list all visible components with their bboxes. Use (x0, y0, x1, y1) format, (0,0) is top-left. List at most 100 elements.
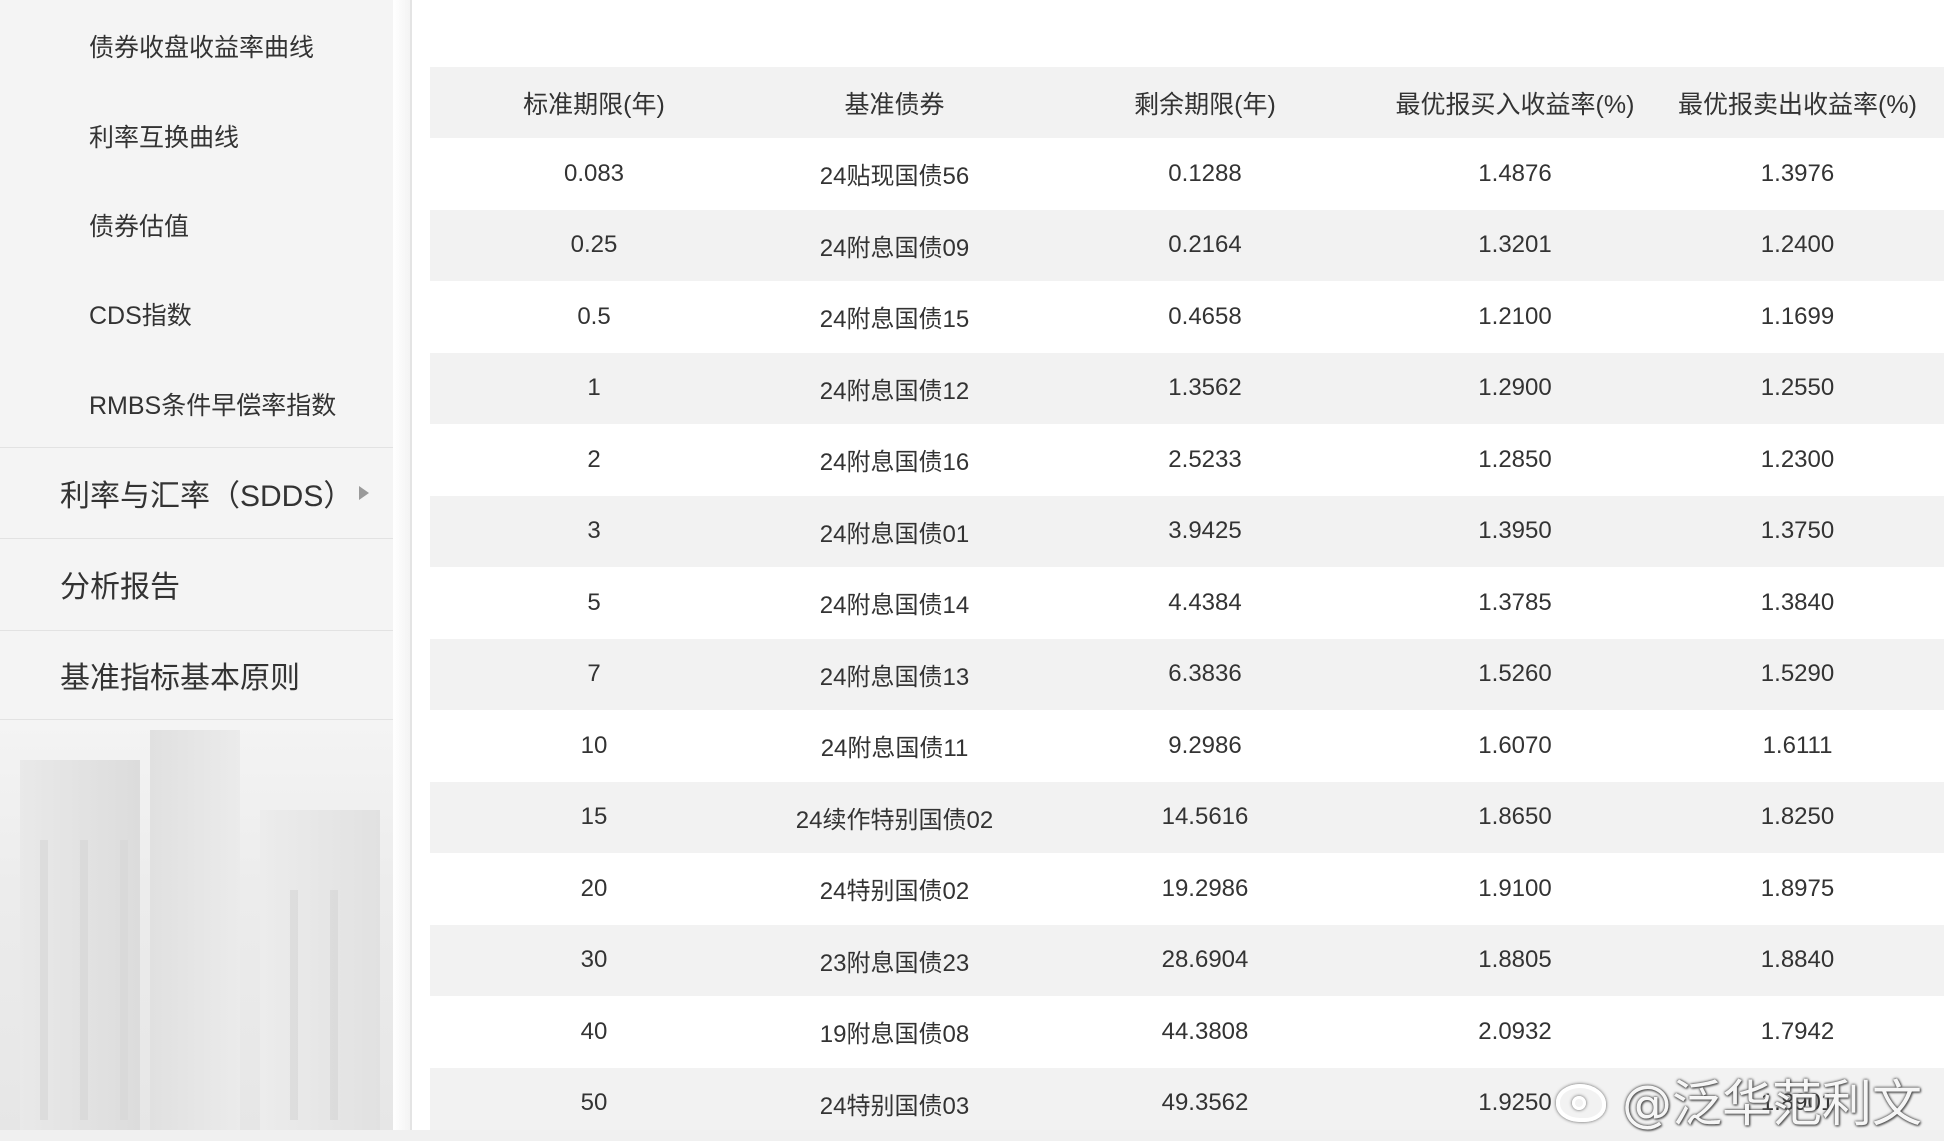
sidebar-menu-rates-and-exchange-sdds[interactable]: 利率与汇率（SDDS） (0, 447, 393, 537)
cell-benchmark-bond: 24附息国债15 (758, 281, 1031, 353)
benchmark-bond-table: 标准期限(年) 基准债券 剩余期限(年) 最优报买入收益率(%) 最优报卖出收益… (430, 67, 1944, 1139)
table-row: 10 24附息国债11 9.2986 1.6070 1.6111 (430, 710, 1944, 782)
cell-standard-term: 0.083 (430, 138, 758, 210)
cell-standard-term: 0.25 (430, 209, 758, 281)
cell-remaining-term: 1.3562 (1031, 352, 1379, 424)
cell-best-ask-yield: 1.7942 (1651, 996, 1944, 1068)
cell-standard-term: 7 (430, 638, 758, 710)
header-benchmark-bond: 基准债券 (758, 67, 1031, 138)
table-body: 0.083 24贴现国债56 0.1288 1.4876 1.3976 0.25 24附息国… (430, 138, 1944, 1139)
cell-best-ask-yield: 1.1699 (1651, 281, 1944, 353)
cell-best-ask-yield: 1.3750 (1651, 495, 1944, 567)
content-divider (410, 0, 412, 1141)
cell-best-ask-yield: 1.3976 (1651, 138, 1944, 210)
cell-best-bid-yield: 1.3785 (1379, 567, 1651, 639)
table-row: 40 19附息国债08 44.3808 2.0932 1.7942 (430, 996, 1944, 1068)
sidebar-item-bond-closing-yield-curve[interactable]: 债券收盘收益率曲线 (89, 28, 314, 64)
cell-best-bid-yield: 1.9100 (1379, 853, 1651, 925)
cell-standard-term: 3 (430, 495, 758, 567)
cell-best-bid-yield: 1.5260 (1379, 638, 1651, 710)
cell-benchmark-bond: 24附息国债14 (758, 567, 1031, 639)
cell-best-ask-yield: 1.3840 (1651, 567, 1944, 639)
table-row: 7 24附息国债13 6.3836 1.5260 1.5290 (430, 638, 1944, 710)
cell-remaining-term: 19.2986 (1031, 853, 1379, 925)
sidebar: 债券收盘收益率曲线 利率互换曲线 债券估值 CDS指数 RMBS条件早偿率指数 … (0, 0, 411, 1141)
cell-benchmark-bond: 23附息国债23 (758, 924, 1031, 996)
cell-benchmark-bond: 24续作特别国债02 (758, 781, 1031, 853)
header-best-bid-yield: 最优报买入收益率(%) (1379, 67, 1651, 138)
table-row: 30 23附息国债23 28.6904 1.8805 1.8840 (430, 924, 1944, 996)
cell-best-bid-yield: 2.0932 (1379, 996, 1651, 1068)
watermark-text: @泛华范利文 (1622, 1075, 1922, 1133)
cell-benchmark-bond: 24附息国债09 (758, 209, 1031, 281)
cell-remaining-term: 0.1288 (1031, 138, 1379, 210)
cell-remaining-term: 28.6904 (1031, 924, 1379, 996)
cell-standard-term: 30 (430, 924, 758, 996)
sidebar-menu-benchmark-principles[interactable]: 基准指标基本原则 (0, 630, 393, 720)
cell-benchmark-bond: 24附息国债12 (758, 352, 1031, 424)
table-row: 2 24附息国债16 2.5233 1.2850 1.2300 (430, 424, 1944, 496)
benchmark-bond-table-container: 标准期限(年) 基准债券 剩余期限(年) 最优报买入收益率(%) 最优报卖出收益… (430, 67, 1944, 1139)
cell-best-ask-yield: 1.2550 (1651, 352, 1944, 424)
cell-best-ask-yield: 1.2400 (1651, 209, 1944, 281)
cell-remaining-term: 44.3808 (1031, 996, 1379, 1068)
cell-best-ask-yield: 1.8975 (1651, 853, 1944, 925)
cell-best-ask-yield: 1.8840 (1651, 924, 1944, 996)
header-remaining-term: 剩余期限(年) (1031, 67, 1379, 138)
header-standard-term: 标准期限(年) (430, 67, 758, 138)
cell-best-bid-yield: 1.2100 (1379, 281, 1651, 353)
cell-standard-term: 50 (430, 1067, 758, 1139)
cell-benchmark-bond: 24附息国债11 (758, 710, 1031, 782)
sidebar-menu-label: 利率与汇率（SDDS） (60, 479, 354, 513)
weibo-icon (1552, 1074, 1614, 1126)
cell-best-ask-yield: 1.8250 (1651, 781, 1944, 853)
sidebar-menu-analysis-reports[interactable]: 分析报告 (0, 538, 393, 628)
table-row: 0.083 24贴现国债56 0.1288 1.4876 1.3976 (430, 138, 1944, 210)
cell-remaining-term: 9.2986 (1031, 710, 1379, 782)
table-row: 1 24附息国债12 1.3562 1.2900 1.2550 (430, 352, 1944, 424)
cell-benchmark-bond: 24附息国债13 (758, 638, 1031, 710)
cell-remaining-term: 4.4384 (1031, 567, 1379, 639)
cell-remaining-term: 3.9425 (1031, 495, 1379, 567)
cell-remaining-term: 2.5233 (1031, 424, 1379, 496)
cell-standard-term: 1 (430, 352, 758, 424)
table-row: 5 24附息国债14 4.4384 1.3785 1.3840 (430, 567, 1944, 639)
cell-best-bid-yield: 1.4876 (1379, 138, 1651, 210)
sidebar-item-cds-index[interactable]: CDS指数 (89, 296, 192, 332)
cell-best-bid-yield: 1.3950 (1379, 495, 1651, 567)
cell-standard-term: 40 (430, 996, 758, 1068)
sidebar-item-interest-rate-swap-curve[interactable]: 利率互换曲线 (89, 118, 239, 154)
cell-best-bid-yield: 1.2850 (1379, 424, 1651, 496)
cell-best-bid-yield: 1.8650 (1379, 781, 1651, 853)
cell-standard-term: 0.5 (430, 281, 758, 353)
cell-best-bid-yield: 1.3201 (1379, 209, 1651, 281)
cell-best-bid-yield: 1.6070 (1379, 710, 1651, 782)
table-row: 20 24特别国债02 19.2986 1.9100 1.8975 (430, 853, 1944, 925)
cell-standard-term: 2 (430, 424, 758, 496)
cell-benchmark-bond: 19附息国债08 (758, 996, 1031, 1068)
cell-benchmark-bond: 24附息国债16 (758, 424, 1031, 496)
cell-best-ask-yield: 1.5290 (1651, 638, 1944, 710)
cell-remaining-term: 0.4658 (1031, 281, 1379, 353)
cell-benchmark-bond: 24贴现国债56 (758, 138, 1031, 210)
sidebar-item-bond-valuation[interactable]: 债券估值 (89, 207, 189, 243)
sidebar-background-image (0, 720, 411, 1141)
cell-remaining-term: 49.3562 (1031, 1067, 1379, 1139)
cell-remaining-term: 0.2164 (1031, 209, 1379, 281)
cell-best-bid-yield: 1.2900 (1379, 352, 1651, 424)
cell-standard-term: 10 (430, 710, 758, 782)
cell-benchmark-bond: 24特别国债03 (758, 1067, 1031, 1139)
cell-benchmark-bond: 24特别国债02 (758, 853, 1031, 925)
sidebar-menu-label: 分析报告 (60, 570, 180, 604)
cell-best-ask-yield: 1.2300 (1651, 424, 1944, 496)
table-header-row: 标准期限(年) 基准债券 剩余期限(年) 最优报买入收益率(%) 最优报卖出收益… (430, 67, 1944, 138)
sidebar-menu-label: 基准指标基本原则 (60, 662, 300, 695)
cell-best-ask-yield: 1.6111 (1651, 710, 1944, 782)
table-row: 0.25 24附息国债09 0.2164 1.3201 1.2400 (430, 209, 1944, 281)
cell-best-bid-yield: 1.8805 (1379, 924, 1651, 996)
header-best-ask-yield: 最优报卖出收益率(%) (1651, 67, 1944, 138)
triangle-right-icon (359, 485, 369, 500)
sidebar-item-rmbs-cpr-index[interactable]: RMBS条件早偿率指数 (89, 386, 336, 422)
cell-standard-term: 5 (430, 567, 758, 639)
cell-standard-term: 20 (430, 853, 758, 925)
